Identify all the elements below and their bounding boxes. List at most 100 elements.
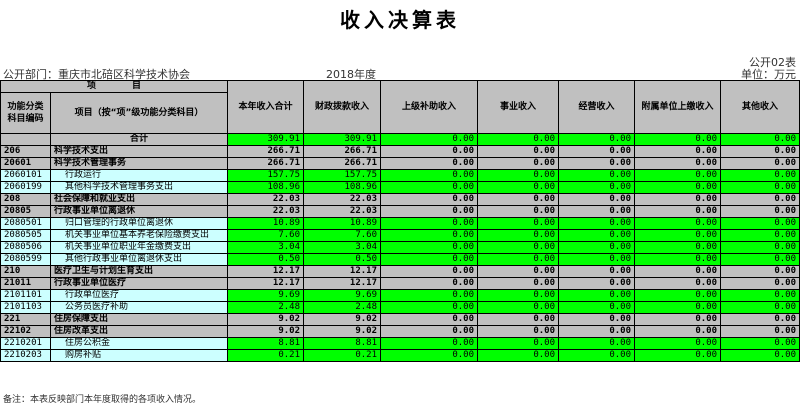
row-value: 0.00	[720, 217, 800, 230]
row-value: 0.00	[380, 349, 479, 362]
row-name: 归口管理的行政单位离退休	[49, 217, 229, 230]
row-value: 0.00	[558, 229, 636, 242]
row-code: 2080599	[0, 253, 51, 266]
row-value: 0.00	[477, 325, 560, 338]
row-value: 0.00	[634, 205, 722, 218]
report-title: 收入决算表	[340, 8, 460, 32]
row-value: 0.00	[720, 145, 800, 158]
row-value: 9.02	[303, 325, 382, 338]
row-value: 0.00	[380, 265, 479, 278]
row-value: 2.48	[303, 301, 382, 314]
row-name: 住房保障支出	[49, 313, 229, 326]
row-value: 0.00	[634, 313, 722, 326]
row-value: 0.50	[227, 253, 305, 266]
row-value: 0.00	[720, 193, 800, 206]
row-value: 0.00	[720, 169, 800, 182]
row-value: 0.00	[634, 301, 722, 314]
table-row: 2080506 机关事业单位职业年金缴费支出 3.04 3.04 0.00 0.00 0.0…	[0, 241, 800, 254]
col-header: 经营收入	[558, 80, 636, 134]
row-value: 0.21	[303, 349, 382, 362]
row-value: 0.00	[558, 253, 636, 266]
row-code: 206	[0, 145, 51, 158]
row-value: 0.00	[380, 205, 479, 218]
row-value: 0.00	[720, 265, 800, 278]
row-value: 12.17	[303, 265, 382, 278]
row-value: 0.00	[634, 325, 722, 338]
row-code: 2210201	[0, 337, 51, 350]
row-code: 2080506	[0, 241, 51, 254]
row-value: 0.00	[380, 325, 479, 338]
row-code: 208	[0, 193, 51, 206]
total-row: 合计 309.91 309.91 0.00 0.00 0.00 0.00 0.0…	[0, 133, 800, 146]
row-value: 0.00	[558, 265, 636, 278]
row-value: 0.00	[720, 337, 800, 350]
total-cell: 0.00	[720, 133, 800, 146]
row-value: 0.00	[477, 301, 560, 314]
col-header: 上级补助收入	[380, 80, 479, 134]
table-row: 2080501 归口管理的行政单位离退休 10.89 10.89 0.00 0.00 0.0…	[0, 217, 800, 230]
row-value: 0.00	[380, 253, 479, 266]
row-name: 公务员医疗补助	[49, 301, 229, 314]
row-value: 0.00	[634, 217, 722, 230]
row-value: 0.00	[634, 265, 722, 278]
row-value: 0.00	[558, 313, 636, 326]
row-code: 2060199	[0, 181, 51, 194]
row-value: 157.75	[227, 169, 305, 182]
row-value: 3.04	[303, 241, 382, 254]
row-value: 8.81	[227, 337, 305, 350]
row-value: 0.00	[477, 313, 560, 326]
row-value: 0.00	[558, 205, 636, 218]
project-header: 项 目	[0, 80, 229, 93]
row-value: 0.00	[720, 253, 800, 266]
row-value: 0.00	[558, 145, 636, 158]
row-code: 22102	[0, 325, 51, 338]
row-value: 0.00	[477, 193, 560, 206]
row-value: 157.75	[303, 169, 382, 182]
row-value: 266.71	[303, 145, 382, 158]
total-cell: 0.00	[477, 133, 560, 146]
row-name: 其他行政事业单位离退休支出	[49, 253, 229, 266]
row-value: 9.02	[227, 325, 305, 338]
row-value: 0.00	[634, 169, 722, 182]
row-value: 0.00	[380, 241, 479, 254]
row-value: 0.00	[380, 217, 479, 230]
row-value: 0.00	[477, 241, 560, 254]
row-name: 行政运行	[49, 169, 229, 182]
row-name: 购房补贴	[49, 349, 229, 362]
table-row: 2060101 行政运行 157.75 157.75 0.00 0.00 0.00 0.00 0…	[0, 169, 800, 182]
row-value: 0.00	[634, 253, 722, 266]
row-value: 0.00	[558, 217, 636, 230]
row-value: 0.00	[380, 229, 479, 242]
total-cell: 0.00	[380, 133, 479, 146]
row-value: 9.02	[227, 313, 305, 326]
row-value: 0.00	[380, 169, 479, 182]
row-code: 20805	[0, 205, 51, 218]
total-cell: 0.00	[558, 133, 636, 146]
row-name: 科学技术支出	[49, 145, 229, 158]
row-value: 266.71	[227, 145, 305, 158]
row-name: 社会保障和就业支出	[49, 193, 229, 206]
table-row: 210 医疗卫生与计划生育支出 12.17 12.17 0.00 0.00 0.00 0.00…	[0, 265, 800, 278]
row-value: 10.89	[227, 217, 305, 230]
row-value: 266.71	[303, 157, 382, 170]
row-value: 0.00	[634, 337, 722, 350]
total-cell: 0.00	[634, 133, 722, 146]
row-value: 0.00	[634, 349, 722, 362]
row-value: 0.00	[720, 181, 800, 194]
row-value: 0.00	[558, 325, 636, 338]
row-value: 0.00	[477, 181, 560, 194]
row-name: 医疗卫生与计划生育支出	[49, 265, 229, 278]
row-code: 210	[0, 265, 51, 278]
row-value: 0.50	[303, 253, 382, 266]
table-row: 2210201 住房公积金 8.81 8.81 0.00 0.00 0.00 0.00 0.00	[0, 337, 800, 350]
row-name: 住房改革支出	[49, 325, 229, 338]
row-name: 行政事业单位离退休	[49, 205, 229, 218]
row-value: 0.00	[720, 277, 800, 290]
row-value: 9.02	[303, 313, 382, 326]
row-value: 0.00	[720, 241, 800, 254]
row-code: 20601	[0, 157, 51, 170]
row-code: 2101101	[0, 289, 51, 302]
row-value: 0.00	[477, 205, 560, 218]
row-value: 0.00	[477, 289, 560, 302]
row-value: 0.00	[558, 349, 636, 362]
